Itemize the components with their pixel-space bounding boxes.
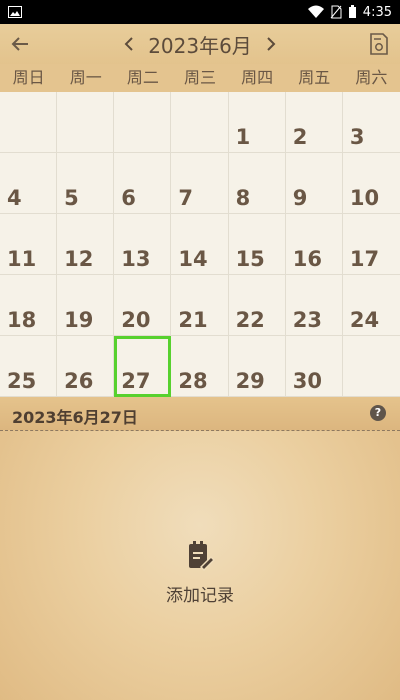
day-cell[interactable]: 23	[286, 275, 343, 336]
weekday-header: 周日 周一 周二 周三 周四 周五 周六	[0, 64, 400, 93]
day-number: 25	[7, 369, 37, 393]
day-number: 19	[64, 308, 94, 332]
day-number: 21	[178, 308, 208, 332]
day-cell[interactable]: 22	[229, 275, 286, 336]
calendar-week-row: 11 12 13 14 15 16 17	[0, 214, 400, 275]
day-cell[interactable]: 29	[229, 336, 286, 397]
day-cell[interactable]: 8	[229, 153, 286, 214]
help-icon[interactable]: ?	[370, 405, 386, 421]
weekday-sat: 周六	[355, 68, 388, 87]
empty-cell	[0, 92, 58, 153]
empty-cell	[57, 92, 115, 153]
day-cell[interactable]: 10	[343, 153, 400, 214]
day-cell[interactable]: 15	[229, 214, 286, 275]
day-cell[interactable]: 4	[0, 153, 58, 214]
empty-cell	[114, 92, 172, 153]
day-cell[interactable]: 6	[114, 153, 172, 214]
calendar-week-row: 4 5 6 7 8 9 10	[0, 153, 400, 214]
weekday-tue: 周二	[126, 68, 159, 87]
day-cell[interactable]: 5	[57, 153, 115, 214]
day-number: 9	[292, 186, 308, 210]
empty-cell	[171, 92, 229, 153]
calendar-week-row: 1 2 3	[0, 92, 400, 153]
day-number: 13	[121, 247, 151, 271]
day-cell[interactable]: 27	[114, 336, 172, 397]
calendar-week-row: 25 26 27 28 29 30	[0, 336, 400, 397]
day-number: 6	[121, 186, 136, 210]
day-number: 8	[235, 186, 251, 210]
day-number: 15	[235, 247, 265, 271]
day-number: 20	[121, 308, 151, 332]
day-number: 1	[235, 125, 251, 149]
day-number: 3	[349, 125, 365, 149]
day-number: 14	[178, 247, 208, 271]
day-cell[interactable]: 16	[286, 214, 343, 275]
status-right: 4:35	[307, 0, 392, 24]
app-header: 2023年6月	[0, 24, 400, 65]
status-time: 4:35	[362, 4, 392, 20]
no-sim-icon	[330, 5, 342, 19]
day-number: 17	[349, 247, 380, 271]
day-number: 27	[121, 369, 151, 393]
calendar-week-row: 18 19 20 21 22 23 24	[0, 275, 400, 336]
day-number: 2	[292, 125, 308, 149]
weekday-sun: 周日	[12, 68, 45, 87]
day-cell[interactable]: 3	[343, 92, 400, 153]
day-cell[interactable]: 24	[343, 275, 400, 336]
day-cell[interactable]: 2	[286, 92, 343, 153]
day-cell[interactable]: 14	[171, 214, 229, 275]
add-note-icon	[189, 541, 216, 572]
day-number: 11	[7, 247, 37, 271]
day-number: 29	[235, 369, 265, 393]
month-title: 2023年6月	[148, 33, 252, 58]
chevron-right-icon[interactable]	[262, 35, 280, 53]
day-cell[interactable]: 21	[171, 275, 229, 336]
month-navigation: 2023年6月	[0, 24, 400, 64]
day-number: 24	[349, 308, 380, 332]
day-number: 10	[349, 186, 380, 210]
day-cell[interactable]: 13	[114, 214, 172, 275]
add-record-label: 添加记录	[166, 586, 234, 606]
day-cell[interactable]: 30	[286, 336, 343, 397]
day-number: 26	[64, 369, 94, 393]
day-cell[interactable]: 12	[57, 214, 115, 275]
day-cell[interactable]: 1	[229, 92, 286, 153]
day-number: 12	[64, 247, 94, 271]
day-number: 30	[292, 369, 322, 393]
selected-date-bar: 2023年6月27日 ?	[0, 397, 400, 431]
status-bar: 4:35	[0, 0, 400, 24]
empty-cell	[343, 336, 400, 397]
chevron-left-icon[interactable]	[120, 35, 138, 53]
day-cell[interactable]: 18	[0, 275, 58, 336]
document-settings-icon[interactable]	[368, 32, 390, 56]
weekday-fri: 周五	[298, 68, 331, 87]
day-cell[interactable]: 19	[57, 275, 115, 336]
day-number: 4	[7, 186, 22, 210]
record-area: 添加记录	[0, 431, 400, 700]
day-number: 28	[178, 369, 208, 393]
add-record-button[interactable]: 添加记录	[0, 539, 400, 606]
day-number: 16	[292, 247, 322, 271]
day-number: 23	[292, 308, 322, 332]
day-cell[interactable]: 25	[0, 336, 58, 397]
day-cell[interactable]: 11	[0, 214, 58, 275]
weekday-wed: 周三	[183, 68, 216, 87]
wifi-icon	[307, 5, 324, 18]
calendar-grid: 1 2 3 4 5 6 7 8 9 10 11 12 13 14 15 16 17 18 19 20 21 22 23 24 2…	[0, 92, 400, 397]
day-cell[interactable]: 20	[114, 275, 172, 336]
weekday-mon: 周一	[69, 68, 102, 87]
day-cell[interactable]: 9	[286, 153, 343, 214]
image-icon	[8, 6, 22, 18]
battery-icon	[348, 5, 356, 18]
day-cell[interactable]: 17	[343, 214, 400, 275]
day-number: 22	[235, 308, 265, 332]
day-number: 7	[178, 186, 194, 210]
weekday-thu: 周四	[241, 68, 274, 87]
day-number: 5	[64, 186, 79, 210]
day-cell[interactable]: 7	[171, 153, 229, 214]
day-cell[interactable]: 26	[57, 336, 115, 397]
day-cell[interactable]: 28	[171, 336, 229, 397]
day-number: 18	[7, 308, 37, 332]
selected-date-title: 2023年6月27日	[12, 408, 138, 427]
